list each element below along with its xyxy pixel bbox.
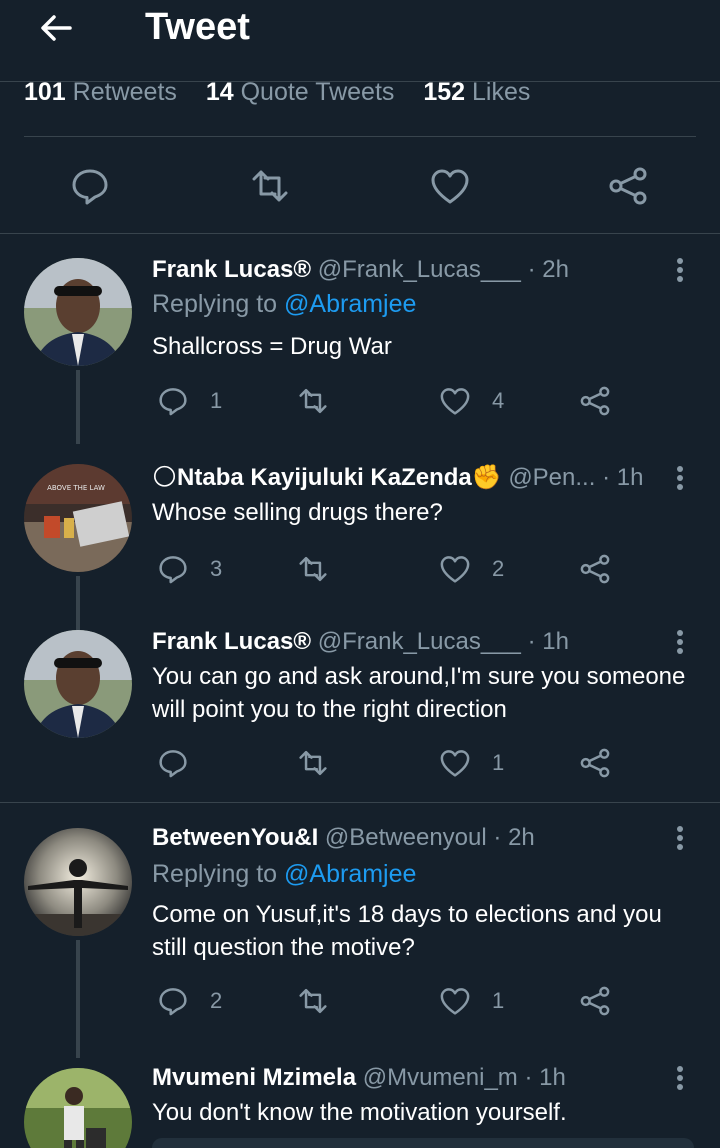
retweet-icon [299, 388, 327, 414]
more-options-icon[interactable] [676, 630, 684, 656]
more-options-icon[interactable] [676, 826, 684, 852]
retweets-count: 101 [24, 78, 66, 106]
tweet-meta: 🌕Ntaba Kayijuluki KaZenda✊ @Pen... · 1h [152, 464, 644, 491]
reply-count: 3 [210, 556, 223, 581]
like-heart-icon [440, 556, 470, 583]
share-icon[interactable] [606, 164, 650, 208]
avatar[interactable] [24, 258, 132, 366]
tweet-stats: 101 Retweets 14 Quote Tweets 152 Likes [24, 78, 552, 108]
back-arrow-icon[interactable] [36, 8, 76, 48]
user-handle[interactable]: @Pen... [508, 464, 595, 491]
likes-stat[interactable]: 152 Likes [423, 78, 552, 106]
user-handle[interactable]: @Frank_Lucas___ [318, 256, 521, 283]
mention-link[interactable]: @Abramjee [284, 290, 416, 318]
retweets-label: Retweets [72, 78, 177, 106]
avatar[interactable] [24, 630, 132, 738]
display-name[interactable]: Frank Lucas® [152, 256, 311, 283]
reply-count: 2 [210, 988, 223, 1013]
reply-icon [159, 388, 187, 416]
quote-tweets-label: Quote Tweets [240, 78, 395, 106]
display-name[interactable]: Frank Lucas® [152, 628, 311, 655]
tweet-actions: 3 2 [152, 550, 632, 590]
tweet-actions: 1 [152, 744, 632, 784]
replying-to: Replying to @Abramjee [152, 290, 416, 319]
tweet-meta: BetweenYou&I @Betweenyoul · 2h [152, 824, 535, 851]
main-tweet-actions [0, 160, 720, 212]
stats-divider [24, 136, 696, 137]
page-title: Tweet [145, 6, 250, 48]
share-icon [580, 748, 610, 778]
tweet-actions: 2 1 [152, 982, 632, 1022]
tweet-text: Come on Yusuf,it's 18 days to elections … [152, 901, 662, 961]
timestamp[interactable]: 2h [508, 824, 535, 851]
retweets-stat[interactable]: 101 Retweets [24, 78, 199, 106]
mention-link[interactable]: @Abramjee [284, 860, 416, 888]
reply-icon [159, 750, 187, 778]
share-icon [580, 386, 610, 416]
tweet-meta: Mvumeni Mzimela @Mvumeni_m · 1h [152, 1064, 566, 1091]
retweet-icon [299, 750, 327, 776]
tweet-meta: Frank Lucas® @Frank_Lucas___ · 2h [152, 256, 569, 283]
tweet-meta: Frank Lucas® @Frank_Lucas___ · 1h [152, 628, 569, 655]
quote-tweets-stat[interactable]: 14 Quote Tweets [206, 78, 417, 106]
user-handle[interactable]: @Betweenyoul [325, 824, 487, 851]
like-count: 1 [492, 988, 505, 1013]
replying-prefix: Replying to [152, 860, 278, 888]
avatar[interactable]: ABOVE THE LAW [24, 464, 132, 572]
timestamp[interactable]: 1h [617, 464, 644, 491]
like-count: 1 [492, 750, 505, 775]
replying-to: Replying to @Abramjee [152, 860, 416, 889]
share-icon [580, 554, 610, 584]
top-app-bar: Tweet [0, 0, 720, 82]
tweet-actions: 1 4 [152, 382, 632, 422]
retweet-icon [299, 988, 327, 1014]
thread-divider [0, 233, 720, 234]
reply-icon [159, 556, 187, 584]
thread-connector [76, 576, 80, 630]
like-heart-icon [440, 750, 470, 777]
like-heart-icon [440, 388, 470, 415]
thread-connector [76, 370, 80, 444]
user-handle[interactable]: @Mvumeni_m [363, 1064, 518, 1091]
like-heart-icon [440, 988, 470, 1015]
retweet-icon [299, 556, 327, 582]
thread-connector [76, 940, 80, 1058]
media-preview-edge [152, 1138, 694, 1148]
timestamp[interactable]: 1h [542, 628, 569, 655]
display-name[interactable]: Mvumeni Mzimela [152, 1064, 356, 1091]
more-options-icon[interactable] [676, 258, 684, 284]
thread-divider [0, 802, 720, 803]
avatar-caption: ABOVE THE LAW [47, 484, 105, 492]
avatar[interactable] [24, 1068, 132, 1148]
reply-count: 1 [210, 388, 223, 413]
tweet-text: You don't know the motivation yourself. [152, 1099, 567, 1126]
tweet-text: You can go and ask around,I'm sure you s… [152, 663, 686, 723]
like-count: 4 [492, 388, 505, 413]
user-handle[interactable]: @Frank_Lucas___ [318, 628, 521, 655]
more-options-icon[interactable] [676, 466, 684, 492]
reply-icon [159, 988, 187, 1016]
reply-icon[interactable] [68, 164, 112, 208]
likes-count: 152 [423, 78, 466, 106]
replying-prefix: Replying to [152, 290, 278, 318]
display-name[interactable]: 🌕Ntaba Kayijuluki KaZenda✊ [152, 464, 502, 491]
display-name[interactable]: BetweenYou&I [152, 824, 318, 851]
more-options-icon[interactable] [676, 1066, 684, 1092]
quote-tweets-count: 14 [205, 78, 234, 106]
share-icon [580, 986, 610, 1016]
likes-label: Likes [472, 78, 531, 106]
like-heart-icon[interactable] [428, 164, 472, 208]
tweet-text: Whose selling drugs there? [152, 499, 443, 526]
retweet-icon[interactable] [248, 164, 292, 208]
timestamp[interactable]: 2h [542, 256, 569, 283]
timestamp[interactable]: 1h [539, 1064, 566, 1091]
like-count: 2 [492, 556, 505, 581]
tweet-text: Shallcross = Drug War [152, 333, 392, 360]
avatar[interactable] [24, 828, 132, 936]
